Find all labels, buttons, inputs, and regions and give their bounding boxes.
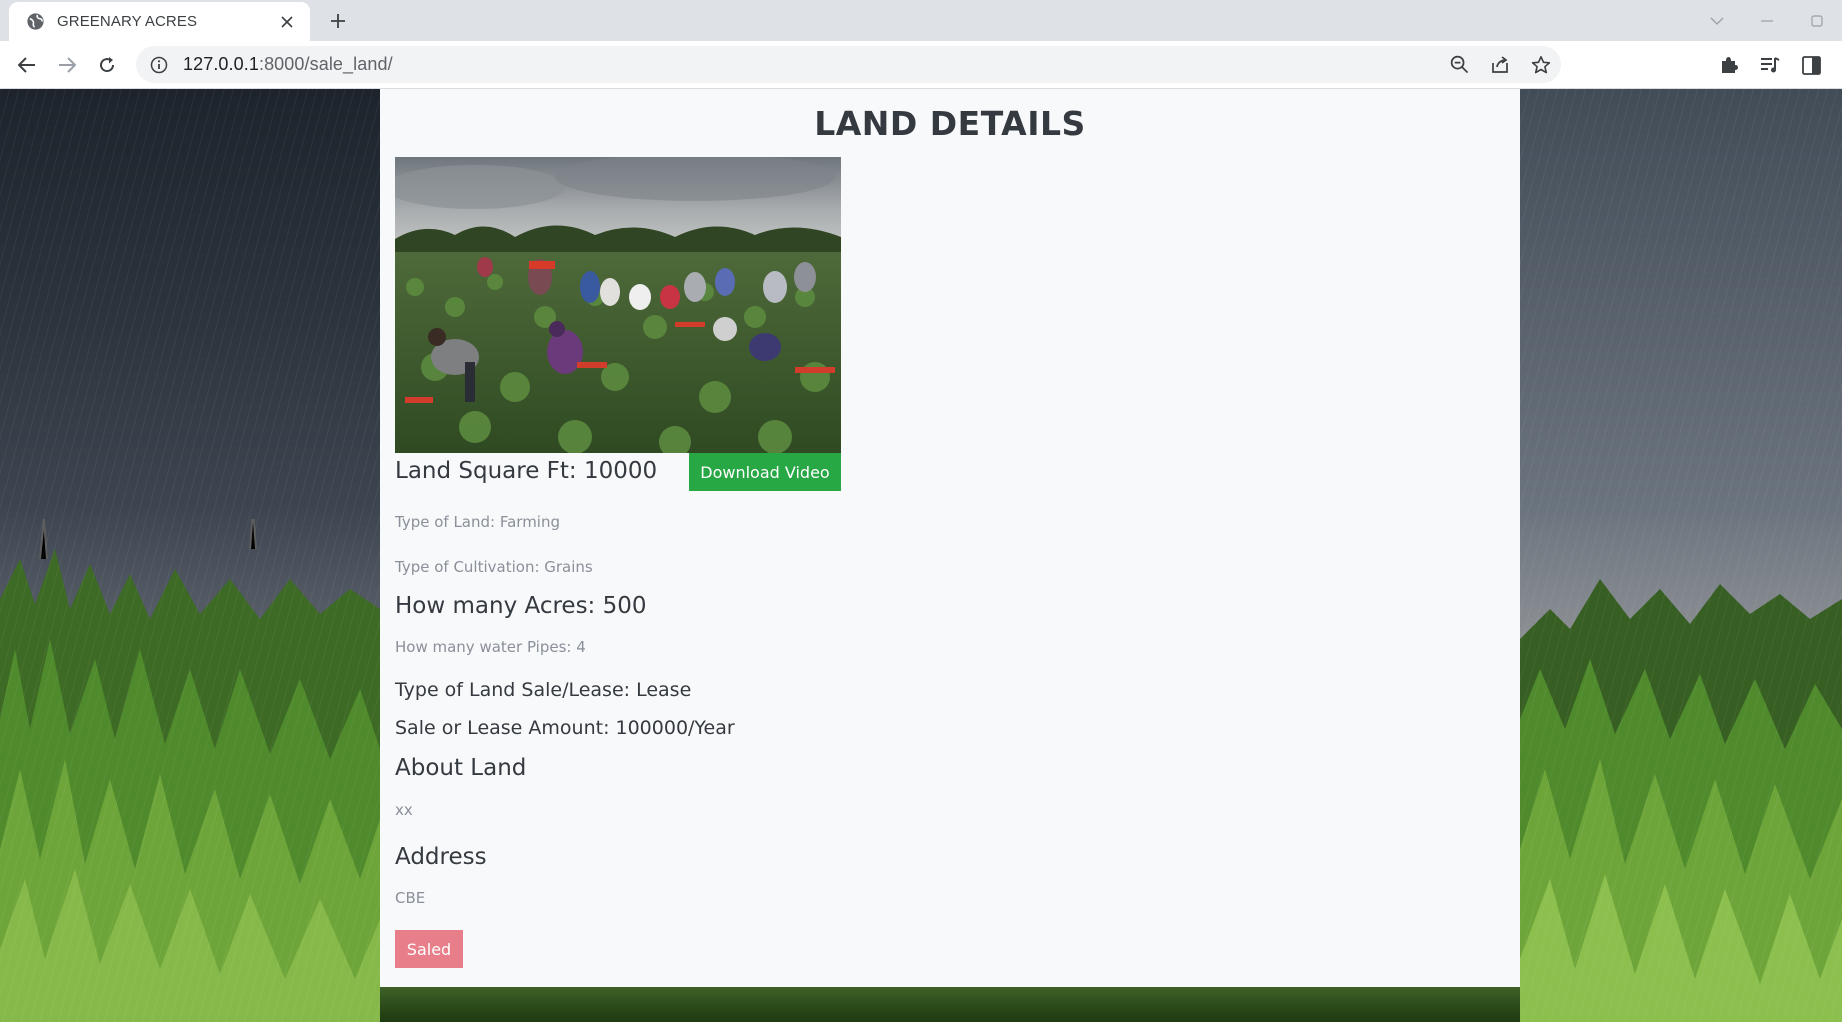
url-path: :8000/sale_land/ xyxy=(258,54,393,74)
restore-icon[interactable] xyxy=(1792,0,1842,41)
saled-status-button[interactable]: Saled xyxy=(395,930,463,968)
omnibox-actions xyxy=(1449,46,1551,83)
background-scene-right xyxy=(1520,89,1842,1022)
water-pipes-count: How many water Pipes: 4 xyxy=(395,638,586,656)
reading-list-icon[interactable] xyxy=(1759,54,1781,76)
rain-overlay xyxy=(0,89,380,1022)
close-icon[interactable] xyxy=(278,13,296,31)
about-land-heading: About Land xyxy=(395,755,527,781)
land-square-ft: Land Square Ft: 10000 xyxy=(395,458,658,484)
url-host: 127.0.0.1 xyxy=(183,54,259,74)
side-panel-icon[interactable] xyxy=(1800,54,1822,76)
toolbar-actions xyxy=(1718,51,1842,79)
window-controls xyxy=(1692,0,1842,41)
rain-overlay-right xyxy=(1520,89,1842,1022)
about-land-text: xx xyxy=(395,801,413,819)
land-photo xyxy=(395,157,841,453)
address-heading: Address xyxy=(395,844,487,870)
page-viewport: LAND DETAILS Land Square Ft: 10000 Downl… xyxy=(0,89,1842,1022)
chevron-down-icon[interactable] xyxy=(1692,0,1742,41)
info-icon[interactable] xyxy=(150,56,168,74)
zoom-out-icon[interactable] xyxy=(1449,55,1469,75)
browser-tab[interactable]: GREENARY ACRES xyxy=(9,2,310,41)
back-icon[interactable] xyxy=(13,51,41,79)
land-details-panel: LAND DETAILS Land Square Ft: 10000 Downl… xyxy=(380,89,1520,987)
forward-icon[interactable] xyxy=(53,51,81,79)
star-icon[interactable] xyxy=(1531,55,1551,75)
sale-lease-amount: Sale or Lease Amount: 100000/Year xyxy=(395,717,735,739)
minimize-icon[interactable] xyxy=(1742,0,1792,41)
page-title: LAND DETAILS xyxy=(814,104,1086,143)
background-grass-bottom xyxy=(380,987,1520,1022)
type-of-cultivation: Type of Cultivation: Grains xyxy=(395,558,593,576)
extensions-icon[interactable] xyxy=(1718,54,1740,76)
address-text: CBE xyxy=(395,889,426,907)
plus-icon[interactable] xyxy=(325,8,351,34)
sale-lease-type: Type of Land Sale/Lease: Lease xyxy=(395,679,692,701)
globe-icon xyxy=(26,12,45,31)
download-video-button[interactable]: Download Video xyxy=(689,453,841,491)
tab-title: GREENARY ACRES xyxy=(57,13,198,30)
background-scene-left xyxy=(0,89,380,1022)
url-text: 127.0.0.1:8000/sale_land/ xyxy=(183,54,393,75)
reload-icon[interactable] xyxy=(93,51,121,79)
browser-toolbar: 127.0.0.1:8000/sale_land/ xyxy=(0,41,1842,89)
acres-count: How many Acres: 500 xyxy=(395,593,647,619)
share-icon[interactable] xyxy=(1490,55,1510,75)
address-bar[interactable]: 127.0.0.1:8000/sale_land/ xyxy=(136,46,1561,83)
tab-strip: GREENARY ACRES xyxy=(0,0,1842,41)
type-of-land: Type of Land: Farming xyxy=(395,513,560,531)
